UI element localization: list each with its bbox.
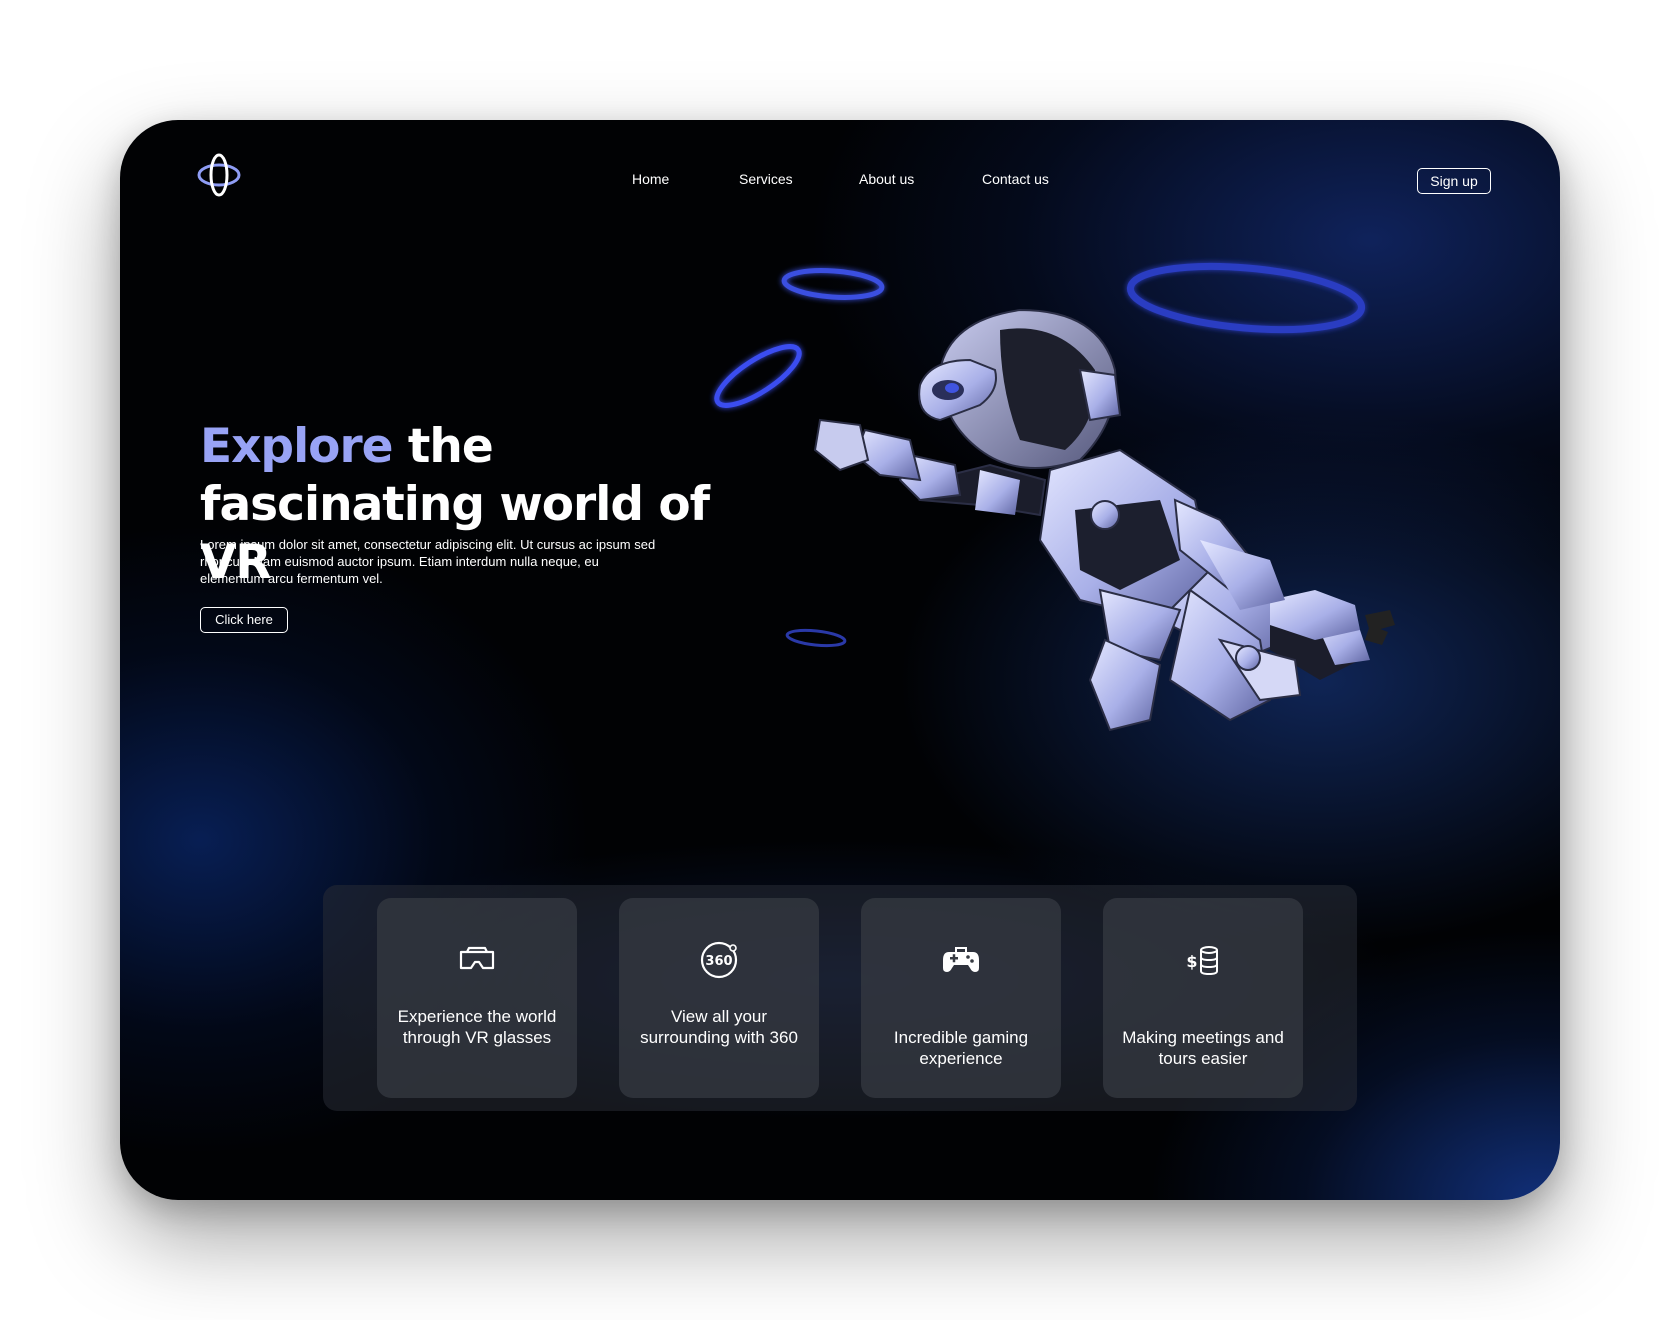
main-nav: Home Services About us Contact us — [120, 170, 1560, 194]
feature-card-gaming[interactable]: Incredible gaming experience — [861, 898, 1061, 1098]
feature-text-meetings: Making meetings and tours easier — [1122, 1028, 1284, 1068]
signup-button[interactable]: Sign up — [1417, 168, 1491, 194]
feature-text-vr: Experience the world through VR glasses — [397, 1007, 557, 1047]
nav-link-contact[interactable]: Contact us — [982, 170, 1049, 188]
360-view-icon: 360 — [700, 941, 738, 979]
money-coins-icon: $ — [1186, 946, 1218, 976]
ring-tiny-bottom — [785, 628, 847, 648]
gamepad-icon — [943, 947, 979, 972]
ring-large-right — [1126, 262, 1366, 334]
nav-link-about[interactable]: About us — [859, 170, 914, 188]
hero-description: Lorem ipsum dolor sit amet, consectetur … — [200, 537, 656, 586]
feature-card-360[interactable]: 360 View all your surrounding with 360 — [619, 898, 819, 1098]
feature-card-vr[interactable]: Experience the world through VR glasses — [377, 898, 577, 1098]
click-here-button[interactable]: Click here — [200, 607, 288, 633]
hero-title-accent: Explore — [200, 419, 394, 474]
nav-link-home[interactable]: Home — [632, 170, 669, 188]
svg-text:360: 360 — [705, 954, 732, 969]
svg-text:$: $ — [1186, 952, 1197, 971]
landing-page: Home Services About us Contact us Sign u… — [120, 120, 1560, 1200]
ring-tilted-left — [714, 344, 802, 408]
feature-card-meetings[interactable]: $ Making meetings and tours easier — [1103, 898, 1303, 1098]
vr-headset-icon — [459, 946, 495, 970]
feature-text-360: View all your surrounding with 360 — [640, 1007, 798, 1047]
flying-robot-illustration — [813, 308, 1395, 732]
ring-small-top — [781, 268, 885, 300]
features-panel: Experience the world through VR glasses … — [323, 885, 1357, 1111]
feature-text-gaming: Incredible gaming experience — [893, 1028, 1029, 1068]
nav-link-services[interactable]: Services — [739, 170, 793, 188]
